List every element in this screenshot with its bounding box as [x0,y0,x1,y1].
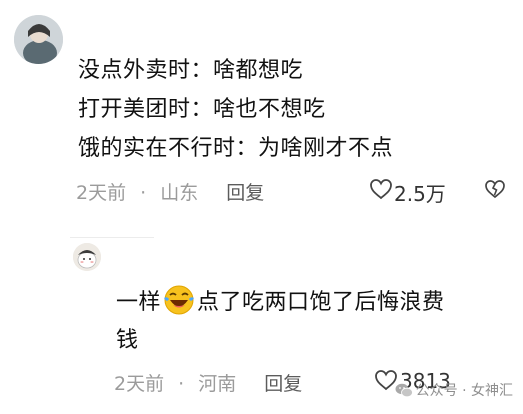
watermark-text: 公众号 · 女神汇 [415,383,513,399]
divider [70,237,154,238]
heart-icon[interactable] [369,178,393,200]
timestamp: 2天前 [76,182,127,204]
avatar[interactable] [73,243,101,271]
location: 山东 [160,182,199,204]
avatar-image [14,15,63,64]
comment-text: 点了吃两口饱了后悔浪费 [197,290,445,315]
reply-button[interactable]: 回复 [264,373,302,395]
watermark: 公众号 · 女神汇 [395,380,513,400]
reply-button[interactable]: 回复 [226,182,264,204]
dislike-heart-icon[interactable] [484,179,506,199]
avatar[interactable] [14,15,63,64]
comment-line: 没点外卖时：啥都想吃 [78,58,304,83]
comment-line: 一样 点了吃两口饱了后悔浪费 [116,285,445,320]
avatar-image [73,243,101,271]
comment-meta: 2天前 · 河南 回复 [114,369,302,396]
comment-line: 打开美团时：啥也不想吃 [78,97,326,122]
like-count: 2.5万 [394,182,446,206]
separator: · [140,182,147,204]
comment-line: 钱 [116,328,139,353]
comment-text: 一样 [116,290,162,315]
separator: · [178,373,185,395]
comment-line: 饿的实在不行时：为啥刚才不点 [78,136,394,161]
laughing-tears-emoji [164,285,195,315]
wechat-icon [395,383,413,398]
comment-meta: 2天前 · 山东 回复 [76,178,264,205]
timestamp: 2天前 [114,373,165,395]
location: 河南 [198,373,237,395]
